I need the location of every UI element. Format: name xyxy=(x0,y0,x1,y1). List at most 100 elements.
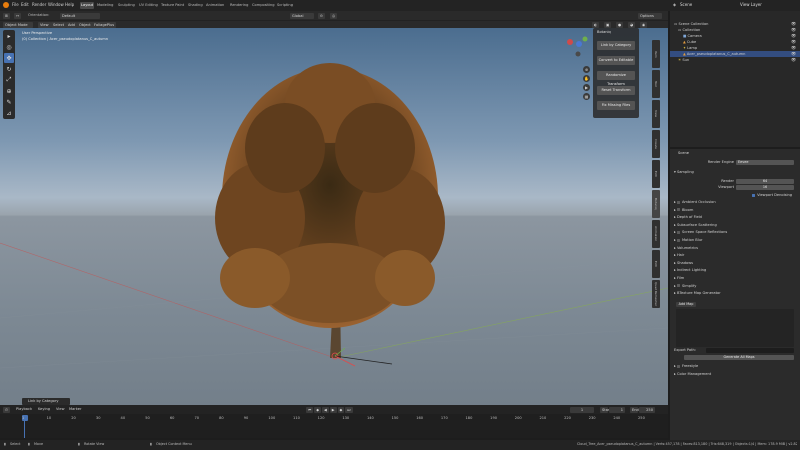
snap-icon[interactable]: ⊙ xyxy=(318,12,326,19)
fix-missing-files-button[interactable]: Fix Missing Files xyxy=(597,101,635,110)
checkbox-icon[interactable] xyxy=(676,238,680,242)
render-section[interactable]: ▸ Shadows xyxy=(674,260,798,267)
view-layer-selector[interactable]: View Layer xyxy=(740,2,762,7)
checkbox-icon[interactable] xyxy=(676,200,680,204)
cursor-tool-icon[interactable]: ◎ xyxy=(4,42,14,52)
menu-keying[interactable]: Keying xyxy=(38,407,50,411)
render-section[interactable]: ▸ Film xyxy=(674,275,798,282)
tab-animation[interactable]: Animation xyxy=(652,220,660,248)
menu-marker[interactable]: Marker xyxy=(69,407,81,411)
editor-type-button[interactable]: ⊞ xyxy=(3,12,11,19)
outliner-row[interactable]: ☀ Sun xyxy=(670,57,800,63)
render-section[interactable]: ▸ BTexture Map Generator xyxy=(674,290,798,297)
export-path-field[interactable] xyxy=(706,348,794,353)
menu-select[interactable]: Select xyxy=(51,21,67,28)
render-engine-dropdown[interactable]: Eevee xyxy=(736,160,794,165)
pan-icon[interactable]: ✋ xyxy=(583,75,590,82)
convert-to-editable-button[interactable]: Convert to Editable xyxy=(597,56,635,65)
3d-viewport[interactable]: User Perspective (0) Collection | Acer_p… xyxy=(0,28,668,405)
menu-playback[interactable]: Playback xyxy=(16,407,32,411)
scene-selector[interactable]: Scene xyxy=(680,2,692,7)
shading-rendered-icon[interactable]: ◉ xyxy=(640,21,648,28)
render-section[interactable]: ▸ Subsurface Scattering xyxy=(674,222,798,229)
play-icon[interactable]: ▶ xyxy=(329,406,337,413)
render-section[interactable]: ▸ Indirect Lighting xyxy=(674,267,798,274)
render-section[interactable]: ▸ Bloom xyxy=(674,207,798,214)
render-section[interactable]: ▸ Ambient Occlusion xyxy=(674,199,798,206)
transform-tool-icon[interactable]: ⊕ xyxy=(4,86,14,96)
perspective-toggle-icon[interactable]: ▦ xyxy=(583,93,590,100)
menu-render[interactable]: Render xyxy=(32,2,46,7)
menu-foliageplus[interactable]: FoliagePlus xyxy=(92,21,117,28)
checkbox-icon[interactable] xyxy=(676,208,680,212)
render-section[interactable]: ▸ Hair xyxy=(674,252,798,259)
menu-file[interactable]: File xyxy=(12,2,19,7)
end-frame-field[interactable]: 250 xyxy=(639,406,655,413)
measure-tool-icon[interactable]: ⊿ xyxy=(4,108,14,118)
tab-quad-remesher[interactable]: Quad Remesher xyxy=(652,280,660,308)
tab-texture-paint[interactable]: Texture Paint xyxy=(160,2,185,9)
tab-modeling[interactable]: Modeling xyxy=(96,2,114,9)
randomize-transform-button[interactable]: Randomize Transform xyxy=(597,71,635,86)
jump-end-icon[interactable]: ⏭ xyxy=(345,406,353,413)
rotate-tool-icon[interactable]: ↻ xyxy=(4,64,14,74)
menu-add[interactable]: Add xyxy=(66,21,77,28)
shading-material-icon[interactable]: ◕ xyxy=(628,21,636,28)
render-section[interactable]: ▸ Depth of Field xyxy=(674,214,798,221)
tab-view[interactable]: View xyxy=(652,100,660,128)
timeline-editor-icon[interactable]: ⏱ xyxy=(3,406,10,413)
transform-pivot-icon[interactable]: ↔ xyxy=(14,12,22,19)
render-samples-field[interactable]: 64 xyxy=(736,179,794,184)
tab-rendering[interactable]: Rendering xyxy=(229,2,249,9)
mode-dropdown[interactable]: Object Mode xyxy=(3,21,33,28)
options-dropdown[interactable]: Options xyxy=(638,12,662,19)
blender-logo-icon[interactable] xyxy=(3,2,9,8)
tab-item[interactable]: Item xyxy=(652,40,660,68)
prev-key-icon[interactable]: ◆ xyxy=(314,406,321,413)
jump-start-icon[interactable]: ⏮ xyxy=(306,406,314,413)
select-tool-icon[interactable]: ▸ xyxy=(4,31,14,41)
tab-create[interactable]: Create xyxy=(652,130,660,158)
last-operator-panel[interactable]: Link by Category xyxy=(22,398,70,405)
tab-layout[interactable]: Layout xyxy=(80,2,95,9)
link-by-category-button[interactable]: Link by Category xyxy=(597,41,635,50)
timeline-area[interactable]: 1 10 20 30 40 50 60 70 80 90 100 110 120 130 140 150 160… xyxy=(0,414,668,438)
xray-icon[interactable]: ▣ xyxy=(604,21,612,28)
generate-all-maps-button[interactable]: Generate All Maps xyxy=(684,355,794,360)
menu-help[interactable]: Help xyxy=(65,2,74,7)
menu-object[interactable]: Object xyxy=(77,21,93,28)
menu-view[interactable]: View xyxy=(38,21,51,28)
play-reverse-icon[interactable]: ◀ xyxy=(322,406,329,413)
render-section[interactable]: ▸ Screen Space Reflections xyxy=(674,229,798,236)
start-frame-field[interactable]: 1 xyxy=(609,406,625,413)
section-freestyle[interactable]: ▸ Freestyle xyxy=(674,363,798,370)
menu-edit[interactable]: Edit xyxy=(21,2,29,7)
add-map-button[interactable]: Add Map xyxy=(676,302,696,307)
tab-sculpting[interactable]: Sculpting xyxy=(117,2,136,9)
tab-scripting[interactable]: Scripting xyxy=(276,2,294,9)
transform-global-dropdown[interactable]: Global xyxy=(290,12,314,19)
section-color-management[interactable]: ▸ Color Management xyxy=(674,371,798,378)
eye-icon[interactable]: 👁 xyxy=(791,57,796,63)
render-section[interactable]: ▸ Motion Blur xyxy=(674,237,798,244)
next-key-icon[interactable]: ◆ xyxy=(337,406,345,413)
zoom-icon[interactable]: ⊕ xyxy=(583,66,590,73)
orientation-dropdown[interactable]: Default xyxy=(60,12,100,19)
render-section[interactable]: ▸ Simplify xyxy=(674,283,798,290)
viewport-samples-field[interactable]: 16 xyxy=(736,185,794,190)
move-tool-icon[interactable]: ✥ xyxy=(4,53,14,63)
menu-window[interactable]: Window xyxy=(48,2,64,7)
render-section[interactable]: ▸ Volumetrics xyxy=(674,245,798,252)
checkbox-icon[interactable] xyxy=(676,284,680,288)
scale-tool-icon[interactable]: ⤢ xyxy=(4,75,14,85)
shading-solid-icon[interactable]: ● xyxy=(616,21,624,28)
viewport-denoising-checkbox[interactable]: Viewport Denoising xyxy=(674,192,792,199)
tab-animation[interactable]: Animation xyxy=(205,2,225,9)
overlay-icon[interactable]: ◐ xyxy=(592,21,600,28)
current-frame-field[interactable]: 1 xyxy=(570,406,594,413)
camera-view-icon[interactable]: ▶ xyxy=(583,84,590,91)
section-sampling[interactable]: ▾ Sampling xyxy=(674,169,798,176)
proportional-icon[interactable]: ◎ xyxy=(330,12,338,19)
annotate-tool-icon[interactable]: ✎ xyxy=(4,97,14,107)
tab-compositing[interactable]: Compositing xyxy=(251,2,276,9)
